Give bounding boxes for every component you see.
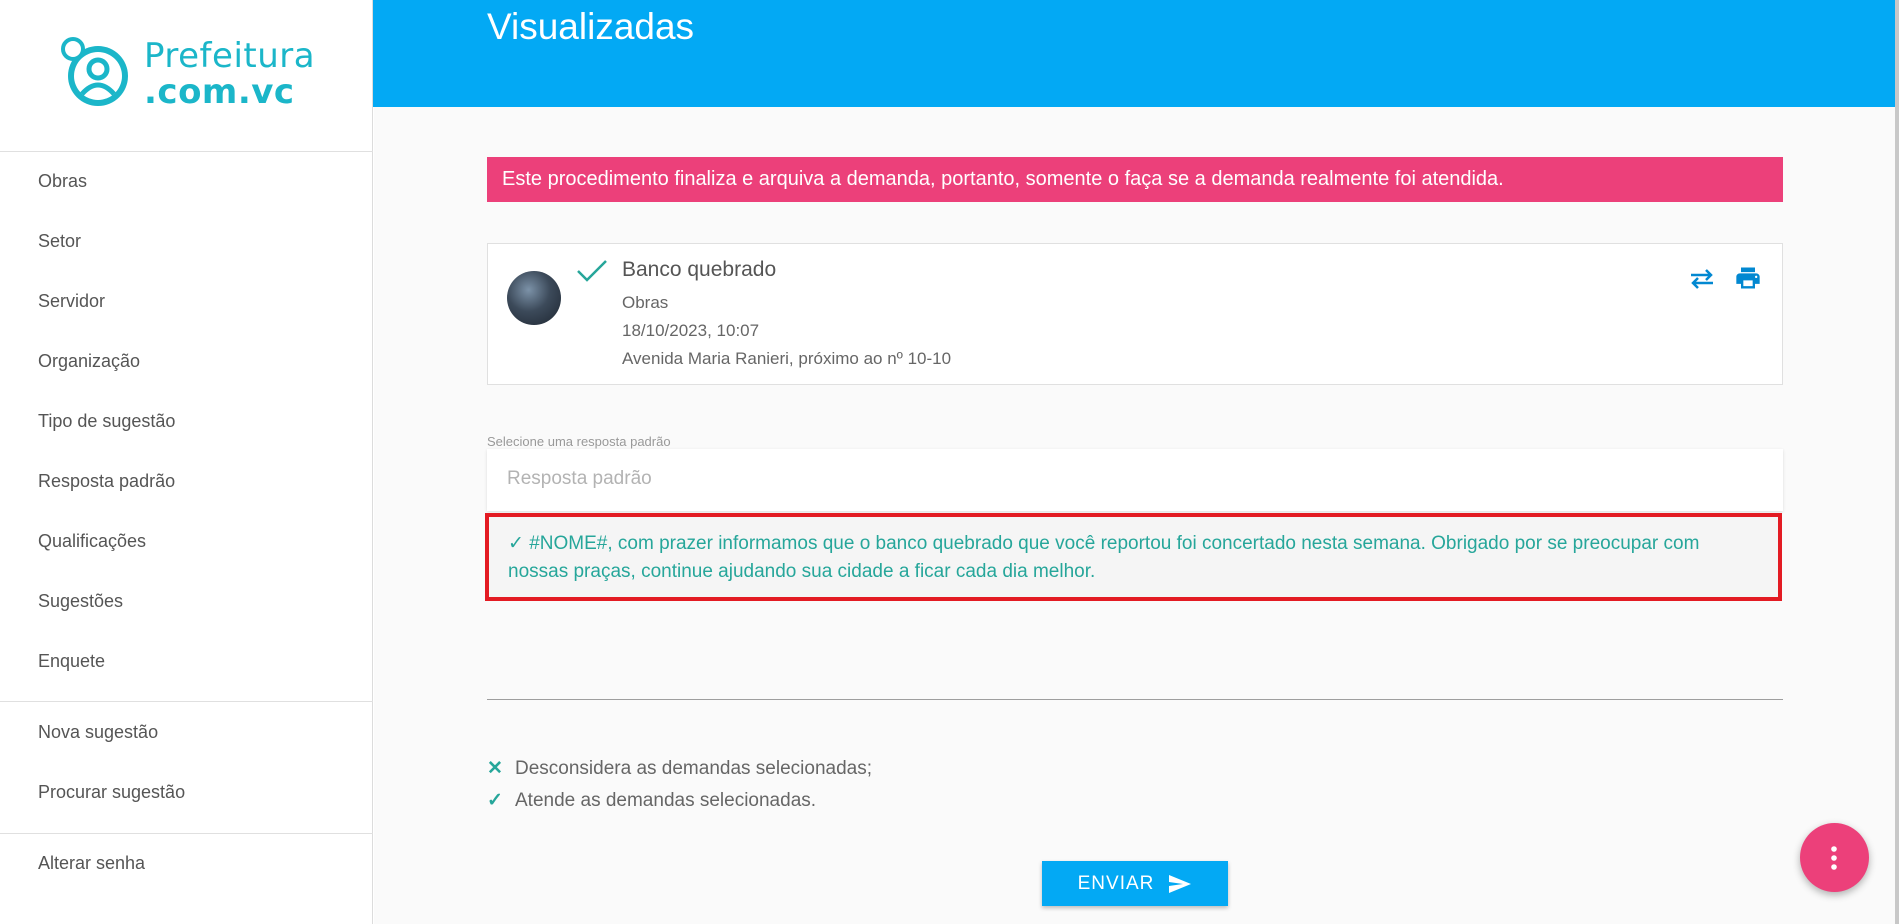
send-icon [1169,874,1192,893]
demand-card[interactable]: Banco quebrado Obras 18/10/2023, 10:07 A… [487,243,1783,385]
sidebar-divider [0,833,373,834]
brand-line1: Prefeitura [144,36,316,76]
sidebar-item-enquete[interactable]: Enquete [38,651,105,672]
more-vert-icon [1831,846,1837,870]
warning-alert: Este procedimento finaliza e arquiva a d… [487,157,1783,202]
legend-discard-text: Desconsidera as demandas selecionadas; [515,757,872,779]
brand-name: Prefeitura .com.vc [144,38,315,110]
print-icon[interactable] [1734,264,1762,292]
brand-logo[interactable]: Prefeitura .com.vc [60,36,315,112]
legend-attend-text: Atende as demandas selecionadas. [515,789,817,811]
page-header: Visualizadas [373,0,1899,107]
legend-attend: ✓ Atende as demandas selecionadas. [487,789,816,812]
demand-category: Obras [622,293,669,312]
sidebar-item-resposta-padrao[interactable]: Resposta padrão [38,471,175,492]
divider [487,699,1783,700]
more-options-fab[interactable] [1800,823,1869,892]
response-option[interactable]: ✓ #NOME#, com prazer informamos que o ba… [485,513,1782,601]
user-chat-icon [61,37,128,106]
demand-address: Avenida Maria Ranieri, próximo ao nº 10-… [622,349,952,368]
legend-discard: ✕ Desconsidera as demandas selecionadas; [487,757,872,780]
page-title: Visualizadas [487,6,695,47]
swap-icon[interactable] [1689,268,1715,290]
send-button[interactable]: ENVIAR [1042,861,1228,906]
demand-datetime: 18/10/2023, 10:07 [622,321,760,340]
demand-photo[interactable] [507,271,561,325]
sidebar-item-alterar-senha[interactable]: Alterar senha [38,853,145,874]
scrollbar[interactable] [1895,0,1899,924]
sidebar-item-obras[interactable]: Obras [38,171,87,192]
sidebar-item-setor[interactable]: Setor [38,231,81,252]
sidebar-item-qualificacoes[interactable]: Qualificações [38,531,146,552]
sidebar-item-tipo-sugestao[interactable]: Tipo de sugestão [38,411,175,432]
response-select[interactable]: Resposta padrão [487,449,1783,511]
sidebar-item-organizacao[interactable]: Organização [38,351,140,372]
demand-title: Banco quebrado [622,258,777,281]
close-icon: ✕ [487,758,503,779]
check-icon [577,260,607,282]
sidebar-item-nova-sugestao[interactable]: Nova sugestão [38,722,158,743]
brand-line2: .com.vc [144,72,295,112]
sidebar-divider [0,701,373,702]
send-button-label: ENVIAR [1077,872,1155,894]
check-icon: ✓ [487,790,503,811]
response-select-label: Selecione uma resposta padrão [487,434,671,449]
sidebar-divider [0,151,373,152]
sidebar-item-sugestoes[interactable]: Sugestões [38,591,123,612]
response-select-placeholder: Resposta padrão [507,468,652,489]
sidebar: Prefeitura .com.vc Obras Setor Servidor … [0,0,373,924]
sidebar-item-procurar-sugestao[interactable]: Procurar sugestão [38,782,185,803]
sidebar-item-servidor[interactable]: Servidor [38,291,105,312]
